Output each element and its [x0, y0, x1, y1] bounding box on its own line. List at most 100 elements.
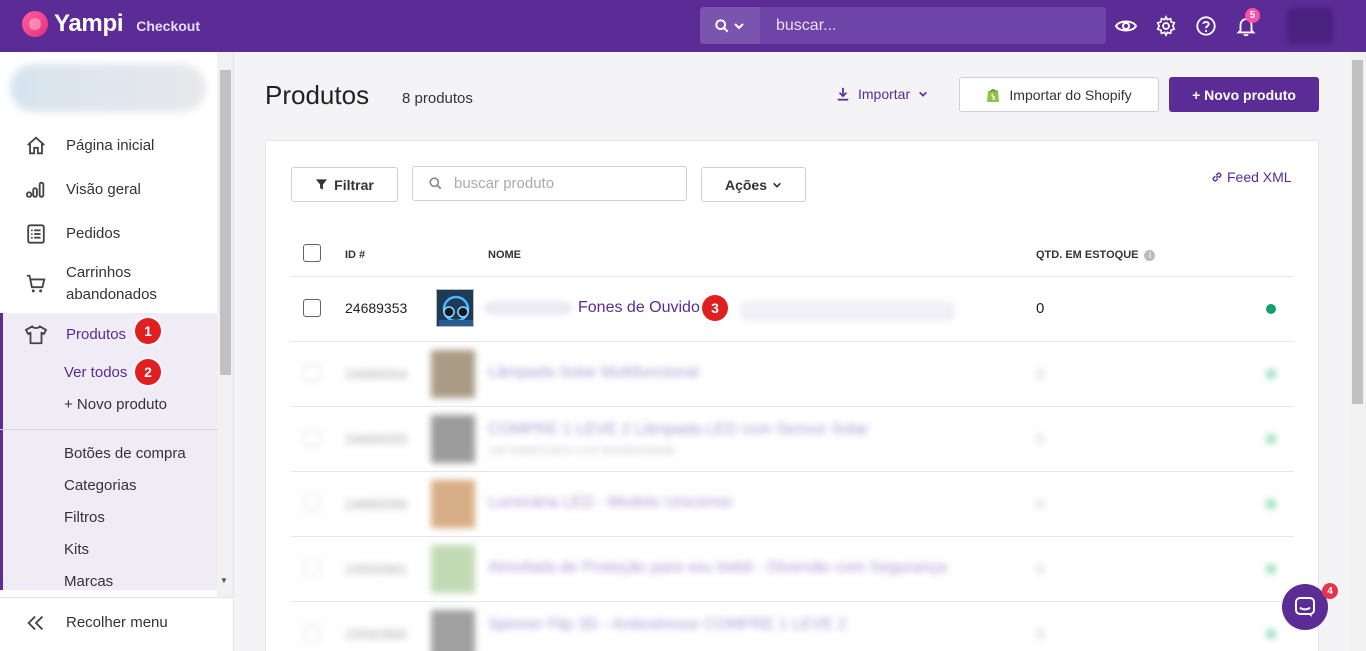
sidebar-item-home[interactable]: Página inicial — [0, 134, 217, 158]
row-checkbox[interactable] — [303, 624, 321, 642]
column-header-id[interactable]: ID # — [345, 249, 365, 261]
sidebar-item-products[interactable]: Produtos — [0, 323, 217, 347]
product-thumbnail[interactable] — [436, 289, 474, 327]
column-header-stock-label: QTD. EM ESTOQUE — [1036, 249, 1139, 261]
stock-quantity: 0 — [1036, 626, 1045, 643]
product-name-link[interactable]: COMPRE 1 LEVE 2 Lâmpada LED com Sensor S… — [488, 421, 869, 439]
table-row[interactable]: 24689355 COMPRE 1 LEVE 2 Lâmpada LED com… — [291, 407, 1294, 471]
yampi-logo[interactable]: Yampi Checkout — [22, 10, 200, 38]
sidebar-subitem-categories[interactable]: Categorias — [64, 477, 137, 494]
filter-button[interactable]: Filtrar — [291, 167, 398, 202]
sidebar-subitem-filters[interactable]: Filtros — [64, 509, 105, 526]
status-active-dot — [1266, 564, 1276, 574]
chat-badge: 4 — [1322, 583, 1338, 599]
product-name-link[interactable]: Almofada de Proteção para seu bebê - Div… — [488, 559, 947, 577]
annotation-badge-1: 1 — [135, 318, 161, 344]
link-icon — [1212, 172, 1222, 182]
collapse-menu-button[interactable]: Recolher menu — [0, 597, 233, 651]
table-row[interactable]: 23592882 Spinner Flip 3D - Antiestresse … — [291, 602, 1294, 651]
sidebar-subitem-new-product[interactable]: + Novo produto — [64, 396, 167, 413]
product-search-input[interactable] — [454, 175, 674, 192]
stock-quantity: 0 — [1036, 366, 1045, 383]
product-name-link[interactable]: Fones de Ouvido — [578, 299, 700, 317]
product-subtitle: UM FABRICADO LIVE BIODEGRADE — [488, 445, 676, 457]
top-bar: Yampi Checkout 5 — [0, 0, 1366, 52]
product-thumbnail[interactable] — [431, 350, 475, 398]
store-selector[interactable] — [10, 64, 206, 112]
global-search — [700, 7, 1106, 44]
search-type-dropdown[interactable] — [700, 7, 760, 44]
stock-quantity: 0 — [1036, 561, 1045, 578]
feed-xml-link[interactable]: Feed XML — [1211, 169, 1292, 185]
sidebar-item-overview[interactable]: Visão geral — [0, 178, 217, 202]
shopify-icon — [987, 88, 1000, 102]
product-thumbnail[interactable] — [431, 415, 475, 463]
table-row[interactable]: 24689354 Lâmpada Solar Multifuncional 0 — [291, 342, 1294, 406]
page-scroll-thumb[interactable] — [1352, 60, 1363, 404]
column-header-stock[interactable]: QTD. EM ESTOQUE i — [1036, 249, 1156, 261]
row-checkbox[interactable] — [303, 494, 321, 512]
select-all-checkbox[interactable] — [303, 244, 321, 262]
shirt-icon — [24, 323, 48, 347]
product-search — [412, 166, 687, 201]
sidebar-item-abandoned-carts[interactable]: Carrinhos abandonados — [0, 262, 217, 306]
sidebar-subitem-kits[interactable]: Kits — [64, 541, 89, 558]
row-checkbox[interactable] — [303, 559, 321, 577]
import-shopify-button[interactable]: Importar do Shopify — [959, 77, 1159, 112]
chat-icon — [1295, 597, 1315, 617]
download-icon — [837, 87, 849, 101]
actions-label: Ações — [724, 176, 768, 193]
row-id: 24689354 — [345, 366, 408, 382]
product-name-link[interactable]: Spinner Flip 3D - Antiestresse COMPRE 1 … — [488, 616, 846, 634]
product-name: Checkout — [136, 18, 200, 34]
chart-icon — [24, 178, 48, 202]
status-active-dot — [1266, 304, 1276, 314]
annotation-badge-3: 3 — [702, 295, 728, 321]
sidebar-item-orders[interactable]: Pedidos — [0, 222, 217, 246]
product-thumbnail[interactable] — [431, 480, 475, 528]
sidebar-subitem-brands[interactable]: Marcas — [64, 573, 113, 590]
eye-icon[interactable] — [1114, 14, 1138, 38]
table-row[interactable]: 24689356 Luminária LED - Modelo Unicórni… — [291, 472, 1294, 536]
product-name-link[interactable]: Lâmpada Solar Multifuncional — [488, 364, 699, 382]
stock-quantity: 0 — [1036, 300, 1045, 317]
product-count: 8 produtos — [402, 90, 473, 107]
cart-icon — [24, 272, 48, 296]
help-icon[interactable] — [1194, 14, 1218, 38]
info-icon[interactable]: i — [1144, 249, 1156, 261]
row-checkbox[interactable] — [303, 429, 321, 447]
chevron-down-icon — [919, 91, 928, 97]
brand-name: Yampi — [54, 10, 124, 37]
row-id: 24689353 — [345, 300, 408, 316]
redacted-text — [484, 301, 572, 315]
sidebar-item-label: Pedidos — [66, 225, 121, 242]
import-shopify-label: Importar do Shopify — [1009, 86, 1132, 103]
filter-icon — [316, 179, 328, 190]
new-product-button[interactable]: + Novo produto — [1169, 77, 1319, 112]
collapse-menu-label: Recolher menu — [66, 614, 168, 631]
actions-dropdown[interactable]: Ações — [701, 167, 806, 202]
import-dropdown[interactable]: Importar — [836, 86, 928, 102]
filter-label: Filtrar — [334, 176, 374, 193]
scroll-down-arrow-icon[interactable]: ▼ — [220, 576, 228, 585]
sidebar-item-label: Carrinhos abandonados — [66, 264, 157, 303]
column-header-name[interactable]: NOME — [488, 249, 521, 261]
sidebar-scroll-thumb[interactable] — [220, 70, 231, 375]
heart-logo-icon — [22, 11, 48, 37]
stock-quantity: 0 — [1036, 431, 1045, 448]
global-search-input[interactable] — [760, 7, 1106, 44]
product-name-link[interactable]: Luminária LED - Modelo Unicórnio — [488, 494, 733, 512]
sidebar-subitem-view-all[interactable]: Ver todos — [64, 364, 127, 381]
product-thumbnail[interactable] — [431, 545, 475, 593]
notifications-badge: 5 — [1245, 8, 1260, 23]
table-row[interactable]: 23592881 Almofada de Proteção para seu b… — [291, 537, 1294, 601]
row-id: 23592882 — [345, 626, 408, 642]
row-checkbox[interactable] — [303, 299, 321, 317]
avatar[interactable] — [1287, 8, 1333, 44]
gear-icon[interactable] — [1154, 14, 1178, 38]
sidebar-item-label: Produtos — [66, 326, 127, 343]
sidebar-item-label: Página inicial — [66, 137, 155, 154]
sidebar-subitem-buy-buttons[interactable]: Botões de compra — [64, 445, 186, 462]
product-thumbnail[interactable] — [431, 610, 475, 651]
row-checkbox[interactable] — [303, 364, 321, 382]
